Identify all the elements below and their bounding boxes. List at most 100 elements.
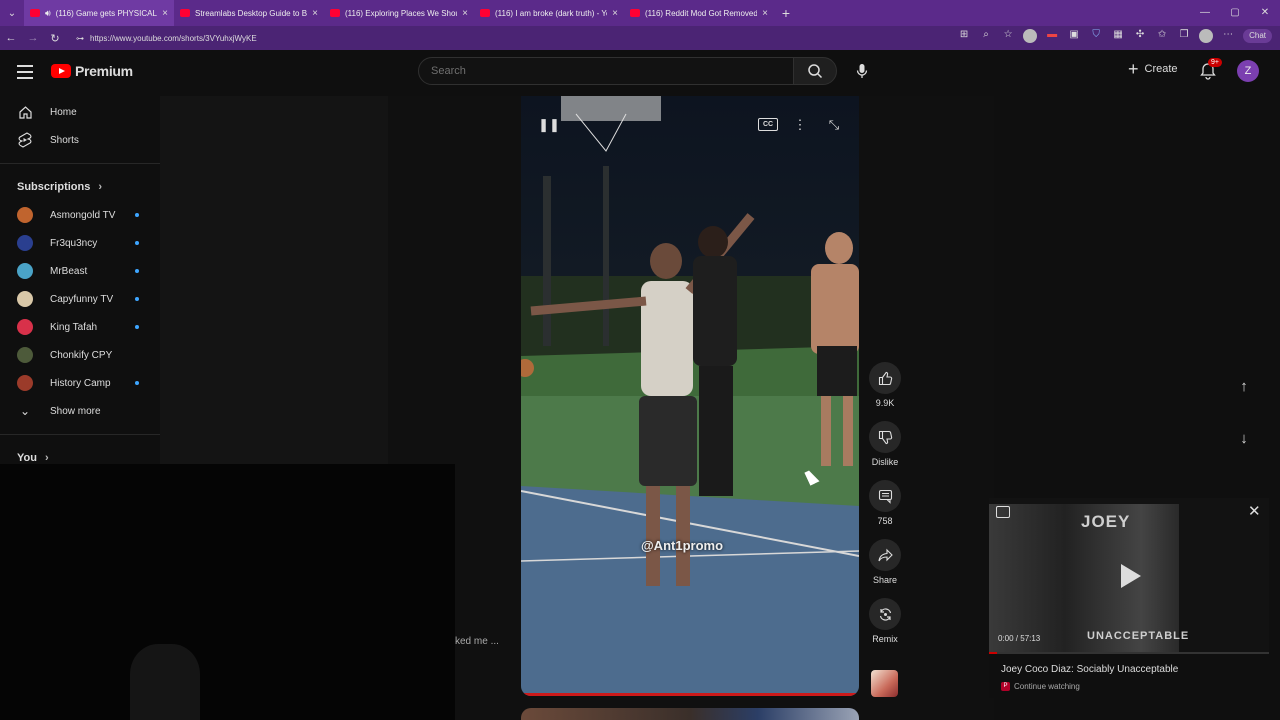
app-icon[interactable]: ⊞ xyxy=(957,29,971,43)
youtube-favicon-icon xyxy=(180,9,190,17)
sidebar-subscription-chonkify[interactable]: Chonkify CPY xyxy=(0,341,160,369)
show-more-label: Show more xyxy=(50,405,101,417)
menu-icon[interactable] xyxy=(17,65,33,79)
new-content-dot xyxy=(135,213,139,217)
more-options-icon[interactable]: ⋯ xyxy=(1221,29,1235,43)
channel-name: King Tafah xyxy=(50,321,98,333)
account-avatar-icon[interactable] xyxy=(1199,29,1214,43)
shield-icon[interactable]: ⛉ xyxy=(1089,29,1103,43)
copilot-chat-button[interactable]: Chat xyxy=(1243,29,1272,43)
next-short-preview[interactable] xyxy=(521,708,859,720)
browser-tab-4[interactable]: (116) I am broke (dark truth) - You × xyxy=(474,0,624,26)
channel-avatar xyxy=(17,263,33,279)
close-window-icon[interactable]: ✕ xyxy=(1250,0,1280,26)
extension-icon[interactable]: ▣ xyxy=(1067,29,1081,43)
close-tab-icon[interactable]: × xyxy=(762,8,768,19)
search-input[interactable] xyxy=(431,65,771,77)
sidebar-subscription-history-camp[interactable]: History Camp xyxy=(0,369,160,397)
channel-avatar xyxy=(17,375,33,391)
account-avatar[interactable]: Z xyxy=(1237,60,1259,82)
sidebar-item-shorts[interactable]: Shorts xyxy=(0,126,160,154)
thumbs-down-icon xyxy=(869,421,901,453)
sidebar-subscription-fr3qu3ncy[interactable]: Fr3qu3ncy xyxy=(0,229,160,257)
browser-tab-1[interactable]: 🔊︎ (116) Game gets PHYSICAL in × xyxy=(24,0,174,26)
tab-title: (116) Reddit Mod Got Removed a xyxy=(645,8,758,18)
previous-short-arrow-up-icon[interactable]: ↑ xyxy=(1234,378,1254,398)
close-tab-icon[interactable]: × xyxy=(162,8,168,19)
sidebar-subscription-capyfunny[interactable]: Capyfunny TV xyxy=(0,285,160,313)
sidebar-subscription-mrbeast[interactable]: MrBeast xyxy=(0,257,160,285)
close-icon[interactable]: ✕ xyxy=(1248,502,1261,520)
minimize-icon[interactable]: — xyxy=(1190,0,1220,26)
video-frame xyxy=(521,96,859,696)
you-label: You xyxy=(17,452,37,464)
profile-icon[interactable] xyxy=(1023,29,1038,43)
youtube-premium-logo[interactable]: Premium xyxy=(51,63,133,79)
forward-icon[interactable]: → xyxy=(22,32,44,44)
channel-avatar-button[interactable] xyxy=(871,670,898,697)
create-button[interactable]: + Create xyxy=(1128,59,1178,79)
search-box[interactable] xyxy=(418,57,794,85)
fullscreen-icon[interactable]: ⤡ xyxy=(825,116,843,134)
subscriptions-label: Subscriptions xyxy=(17,181,91,193)
voice-search-button[interactable] xyxy=(850,60,874,82)
extensions-puzzle-icon[interactable]: ✣ xyxy=(1133,29,1147,43)
extension-icon[interactable]: ▬ xyxy=(1045,29,1059,43)
close-tab-icon[interactable]: × xyxy=(462,8,468,19)
browser-tab-2[interactable]: Streamlabs Desktop Guide to BEST × xyxy=(174,0,324,26)
sidebar-subscription-asmongold[interactable]: Asmongold TV xyxy=(0,201,160,229)
comments-button[interactable]: 758 xyxy=(866,480,904,526)
dislike-button[interactable]: Dislike xyxy=(866,421,904,467)
expand-miniplayer-icon[interactable] xyxy=(996,506,1010,518)
more-vertical-icon[interactable]: ⋮ xyxy=(791,116,809,134)
back-icon[interactable]: ← xyxy=(0,32,22,44)
plus-icon: + xyxy=(1128,59,1139,79)
search-icon xyxy=(808,64,823,79)
new-tab-button[interactable]: + xyxy=(774,5,798,21)
comment-icon xyxy=(869,480,901,512)
show-more-button[interactable]: ⌄ Show more xyxy=(0,397,160,425)
miniplayer-title[interactable]: Joey Coco Diaz: Sociably Unacceptable xyxy=(1001,664,1178,675)
video-progress-bar[interactable] xyxy=(521,693,859,696)
share-button[interactable]: Share xyxy=(866,539,904,585)
sidebar-subscription-king-tafah[interactable]: King Tafah xyxy=(0,313,160,341)
channel-name: History Camp xyxy=(50,377,111,389)
pause-icon[interactable]: ❚❚ xyxy=(538,116,560,134)
like-button[interactable]: 9.9K xyxy=(866,362,904,408)
speaker-icon[interactable]: 🔊︎ xyxy=(45,8,51,19)
notifications-button[interactable]: 9+ xyxy=(1200,58,1222,80)
youtube-favicon-icon xyxy=(30,9,40,17)
address-bar[interactable]: ⊶ https://www.youtube.com/shorts/3VYuhxj… xyxy=(76,30,926,46)
search-button[interactable] xyxy=(793,57,837,85)
close-tab-icon[interactable]: × xyxy=(312,8,318,19)
sidebar-item-home[interactable]: Home xyxy=(0,98,160,126)
channel-name: Chonkify CPY xyxy=(50,349,113,361)
favorites-icon[interactable]: ✩ xyxy=(1155,29,1169,43)
subscriptions-header[interactable]: Subscriptions › xyxy=(0,173,160,201)
sidebar-divider xyxy=(0,434,160,435)
remix-button[interactable]: Remix xyxy=(866,598,904,644)
captions-icon[interactable]: CC xyxy=(758,118,778,131)
tab-list-chevron-icon[interactable]: ⌄ xyxy=(0,8,24,19)
miniplayer-progress[interactable] xyxy=(989,652,1269,654)
close-tab-icon[interactable]: × xyxy=(612,8,618,19)
new-content-dot xyxy=(135,381,139,385)
reload-icon[interactable]: ↻ xyxy=(44,32,66,45)
bookmark-star-icon[interactable]: ☆ xyxy=(1001,29,1015,43)
browser-tab-3[interactable]: (116) Exploring Places We Shouldn × xyxy=(324,0,474,26)
shorts-video-player[interactable]: ❚❚ CC ⋮ ⤡ @Ant1promo xyxy=(521,96,859,696)
play-icon[interactable] xyxy=(1121,564,1141,588)
next-short-arrow-down-icon[interactable]: ↓ xyxy=(1234,430,1254,450)
miniplayer-video[interactable]: JOEY UNACCEPTABLE ✕ 0:00 / 57:13 xyxy=(989,498,1269,654)
continue-watching-label: Continue watching xyxy=(1014,682,1080,691)
zoom-icon[interactable]: ⌕ xyxy=(979,29,993,43)
browser-tab-5[interactable]: (116) Reddit Mod Got Removed a × xyxy=(624,0,774,26)
extension-icon[interactable]: ▦ xyxy=(1111,29,1125,43)
collections-icon[interactable]: ❐ xyxy=(1177,29,1191,43)
miniplayer[interactable]: JOEY UNACCEPTABLE ✕ 0:00 / 57:13 Joey Co… xyxy=(989,498,1269,698)
new-content-dot xyxy=(135,297,139,301)
maximize-icon[interactable]: ▢ xyxy=(1220,0,1250,26)
site-info-icon[interactable]: ⊶ xyxy=(76,34,84,43)
youtube-favicon-icon xyxy=(630,9,640,17)
shorts-navigation: ↑ ↓ xyxy=(1234,378,1254,450)
